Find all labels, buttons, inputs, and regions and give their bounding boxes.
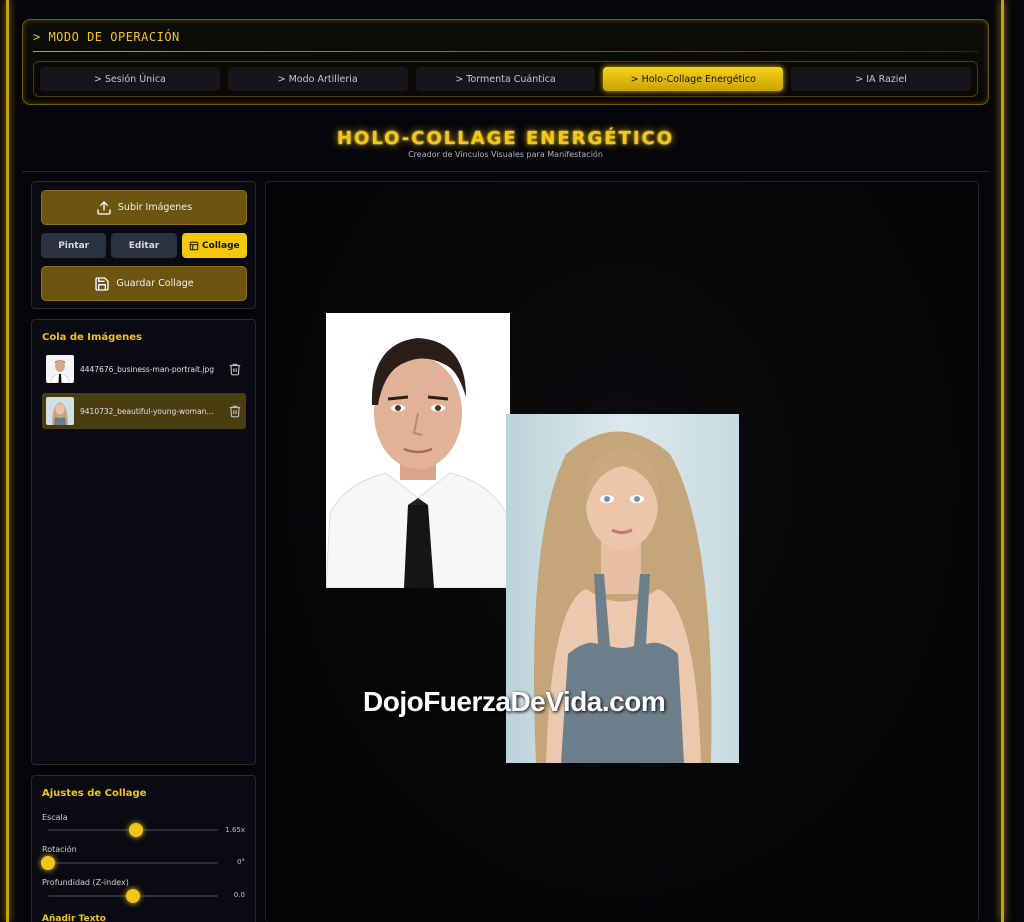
depth-value: 0.0	[233, 891, 245, 899]
layout-icon	[189, 241, 199, 250]
collage-settings-title: Ajustes de Collage	[42, 788, 147, 799]
queue-item-name: 4447676_business-man-portrait.jpg	[80, 364, 214, 374]
queue-thumbnail	[46, 397, 74, 425]
trash-icon[interactable]	[228, 404, 242, 418]
scale-slider-thumb[interactable]	[129, 823, 144, 837]
save-collage-label: Guardar Collage	[116, 278, 194, 289]
rotation-slider[interactable]	[41, 856, 218, 870]
upload-images-label: Subir Imágenes	[117, 202, 193, 213]
page-subtitle: Creador de Vínculos Visuales para Manife…	[408, 150, 603, 159]
depth-label: Profundidad (Z-index)	[42, 878, 129, 887]
add-text-section-title: Añadir Texto	[42, 914, 106, 922]
tab-sesion-unica[interactable]: > Sesión Única	[40, 67, 220, 91]
frame-edge-right	[1001, 0, 1004, 922]
image-queue-panel: Cola de Imágenes 4447676_business-man-po…	[31, 319, 256, 765]
tab-modo-artilleria[interactable]: > Modo Artilleria	[227, 67, 408, 91]
save-icon	[95, 276, 110, 291]
upload-images-button[interactable]: Subir Imágenes	[41, 190, 247, 225]
mode-title: > MODO DE OPERACIÓN	[33, 30, 180, 44]
depth-slider[interactable]	[48, 889, 218, 903]
upload-icon	[97, 200, 111, 215]
edit-label: Editar	[128, 240, 160, 251]
collage-photo-man[interactable]	[326, 313, 510, 588]
page-header: HOLO-COLLAGE ENERGÉTICO Creador de Víncu…	[22, 110, 989, 172]
rotation-value: 0°	[237, 858, 245, 866]
frame-edge-left	[6, 0, 9, 922]
tool-mode-buttons: Pintar Editar Collage	[41, 233, 247, 258]
tab-holo-collage[interactable]: > Holo-Collage Energético	[603, 67, 784, 91]
image-queue-title: Cola de Imágenes	[42, 332, 142, 343]
tab-tormenta-cuantica[interactable]: > Tormenta Cuántica	[415, 67, 596, 91]
queue-item-name: 9410732_beautiful-young-woman...	[80, 406, 214, 416]
collage-button[interactable]: Collage	[181, 233, 247, 258]
page-title: HOLO-COLLAGE ENERGÉTICO	[336, 128, 675, 149]
collage-settings-panel: Ajustes de Collage Escala 1.65x Rotación…	[31, 775, 256, 922]
paint-button[interactable]: Pintar	[41, 233, 107, 258]
mode-panel: > MODO DE OPERACIÓN > Sesión Única > Mod…	[22, 19, 989, 105]
scale-label: Escala	[42, 813, 68, 822]
rotation-slider-thumb[interactable]	[41, 856, 55, 870]
edit-button[interactable]: Editar	[111, 233, 177, 258]
tab-ia-raziel[interactable]: > IA Raziel	[791, 67, 971, 91]
queue-item[interactable]: 4447676_business-man-portrait.jpg	[42, 351, 246, 387]
scale-slider[interactable]	[48, 823, 218, 837]
mode-tabs: > Sesión Única > Modo Artilleria > Torme…	[33, 61, 978, 97]
mode-divider	[33, 51, 978, 52]
depth-slider-thumb[interactable]	[126, 889, 140, 903]
queue-thumbnail	[46, 355, 74, 383]
rotation-label: Rotación	[42, 845, 77, 854]
save-collage-button[interactable]: Guardar Collage	[41, 266, 247, 301]
tools-panel: Subir Imágenes Pintar Editar Collage Gua…	[31, 181, 256, 309]
paint-label: Pintar	[58, 240, 90, 251]
scale-value: 1.65x	[225, 826, 245, 834]
queue-item[interactable]: 9410732_beautiful-young-woman...	[42, 393, 246, 429]
watermark-text: DojoFuerzaDeVida.com	[363, 686, 666, 717]
collage-label: Collage	[202, 240, 240, 251]
trash-icon[interactable]	[228, 362, 242, 376]
